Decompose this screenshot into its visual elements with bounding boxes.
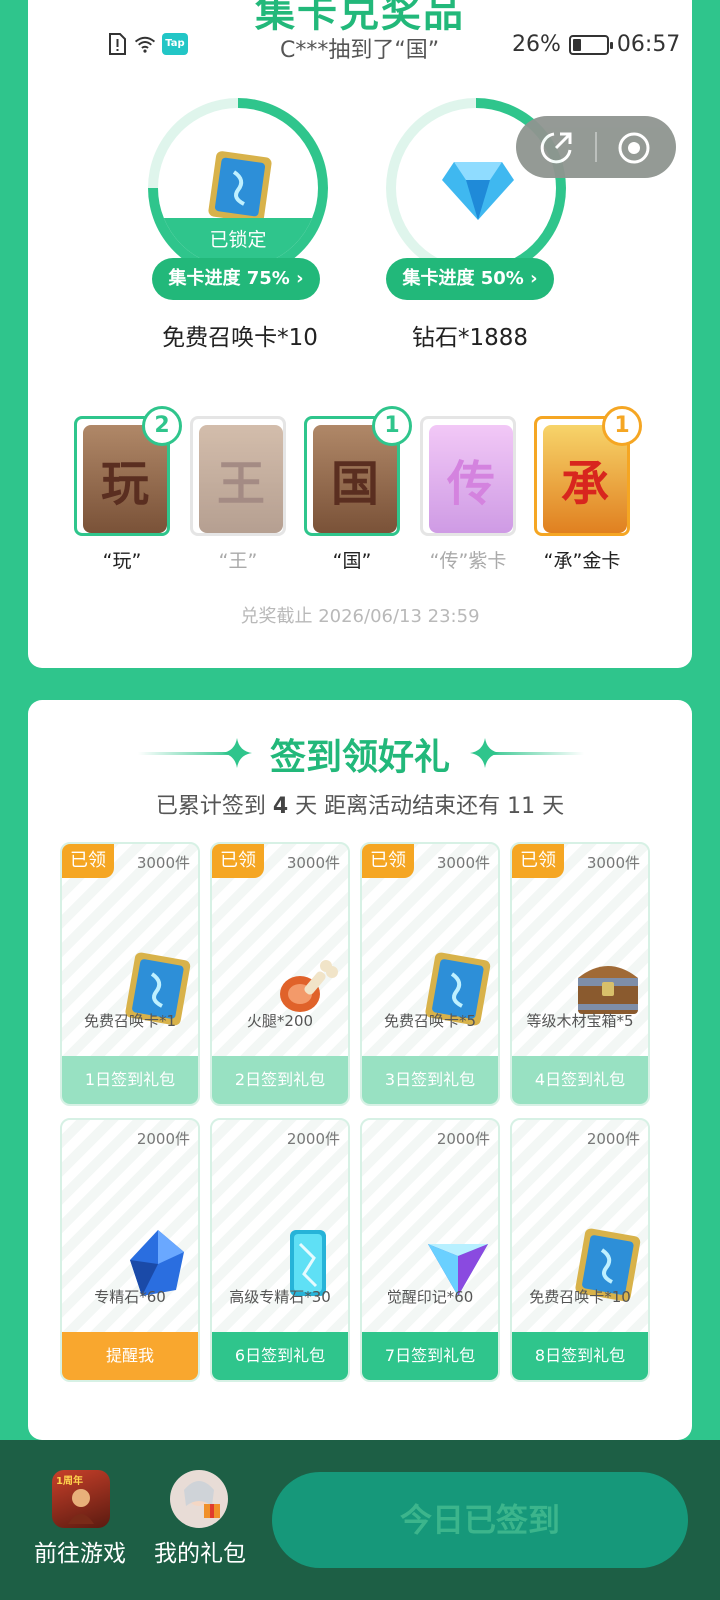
sim-alert-icon [109,33,126,55]
checkin-reward-tile[interactable]: 已领 3000件免费召唤卡*5 3日签到礼包 [360,842,500,1106]
stock-count: 2000件 [586,1130,640,1148]
remind-me-button[interactable]: 提醒我 [62,1332,198,1380]
prize-name: 钻石*1888 [411,325,529,351]
checkin-reward-tile[interactable]: 已领 3000件等级木材宝箱*5 4日签到礼包 [510,842,650,1106]
word-card-label: “玩” [102,550,142,572]
signed-today-button[interactable]: 今日已签到 [272,1472,688,1568]
game-app-icon[interactable]: 1周年 [52,1470,110,1528]
close-mini-program-icon[interactable] [616,130,652,166]
taptap-icon: Tap [162,33,188,55]
checkin-reward-tile[interactable]: 已领 3000件火腿*200 2日签到礼包 [210,842,350,1106]
battery-icon [568,34,613,55]
word-card-label: “王” [218,550,258,572]
checkin-gift-button[interactable]: 4日签到礼包 [512,1056,648,1104]
warrior-icon [68,1489,94,1524]
prize-progress-button[interactable]: 集卡进度 75% › [152,258,320,300]
character-avatar-icon [184,1481,220,1518]
checkin-gift-button[interactable]: 1日签到礼包 [62,1056,198,1104]
claimed-badge: 已领 [512,844,564,878]
checkin-reward-tile[interactable]: 2000件高级专精石*30 6日签到礼包 [210,1118,350,1382]
claimed-badge: 已领 [212,844,264,878]
my-gifts-avatar-icon[interactable] [170,1470,228,1528]
claimed-badge: 已领 [62,844,114,878]
reward-name: 免费召唤卡*5 [383,1012,477,1030]
checkin-gift-button[interactable]: 6日签到礼包 [212,1332,348,1380]
word-card-label: “传”紫卡 [429,550,507,572]
title-decoration-right [484,752,584,755]
checkin-reward-tile[interactable]: 已领 3000件免费召唤卡*1 1日签到礼包 [60,842,200,1106]
claimed-badge: 已领 [362,844,414,878]
card-count-badge: 1 [372,406,412,446]
go-to-game-label[interactable]: 前往游戏 [20,1534,140,1568]
stock-count: 2000件 [436,1130,490,1148]
reward-name: 免费召唤卡*10 [529,1288,631,1306]
draw-broadcast: C***抽到了“国” [280,38,440,63]
reward-name: 等级木材宝箱*5 [526,1012,634,1030]
stock-count: 3000件 [136,854,190,872]
anniversary-badge: 1周年 [56,1476,83,1487]
word-card-character: 王 [199,425,283,533]
reward-name: 火腿*200 [246,1012,314,1030]
word-card[interactable]: 王 [190,416,286,536]
status-right: 26% 06:57 [512,32,680,57]
reward-name: 专精石*60 [94,1288,166,1306]
summon-card-icon [208,151,272,223]
word-card-label: “国” [332,550,372,572]
word-card-character: 传 [429,425,513,533]
checkin-gift-button[interactable]: 7日签到礼包 [362,1332,498,1380]
checkin-reward-tile[interactable]: 2000件觉醒印记*60 7日签到礼包 [360,1118,500,1382]
checkin-summary: 已累计签到 4 天 距离活动结束还有 11 天 [155,794,565,819]
card-count-badge: 2 [142,406,182,446]
redeem-deadline: 兑奖截止 2026/06/13 23:59 [240,606,480,627]
prize-progress-button[interactable]: 集卡进度 50% › [386,258,554,300]
days-signed-count: 4 [272,794,289,819]
stock-count: 3000件 [586,854,640,872]
word-card-label: “承”金卡 [543,550,621,572]
checkin-gift-button[interactable]: 3日签到礼包 [362,1056,498,1104]
prize-progress-ring[interactable]: 已锁定 [148,98,328,278]
checkin-gift-button[interactable]: 2日签到礼包 [212,1056,348,1104]
stock-count: 2000件 [286,1130,340,1148]
battery-percent: 26% [512,32,561,57]
checkin-title: 签到领好礼 [269,737,450,778]
floating-control [516,116,676,178]
my-gifts-label[interactable]: 我的礼包 [140,1534,260,1568]
stock-count: 3000件 [286,854,340,872]
reward-name: 免费召唤卡*1 [83,1012,177,1030]
wifi-icon [134,36,156,53]
checkin-reward-tile[interactable]: 2000件专精石*60 提醒我 [60,1118,200,1382]
stock-count: 2000件 [136,1130,190,1148]
share-icon[interactable] [538,130,574,166]
word-card[interactable]: 传 [420,416,516,536]
reward-name: 高级专精石*30 [229,1288,331,1306]
card-count-badge: 1 [602,406,642,446]
checkin-gift-button[interactable]: 8日签到礼包 [512,1332,648,1380]
chevron-right-icon: › [530,268,538,289]
prize-name: 免费召唤卡*10 [162,325,318,351]
status-bar: Tap C***抽到了“国” 26% 06:57 [0,30,720,64]
reward-name: 觉醒印记*60 [386,1288,474,1306]
diamond-icon [442,162,514,220]
checkin-reward-tile[interactable]: 2000件免费召唤卡*10 8日签到礼包 [510,1118,650,1382]
chevron-right-icon: › [296,268,304,289]
clock: 06:57 [616,32,681,57]
status-icons: Tap [106,32,188,56]
stock-count: 3000件 [436,854,490,872]
